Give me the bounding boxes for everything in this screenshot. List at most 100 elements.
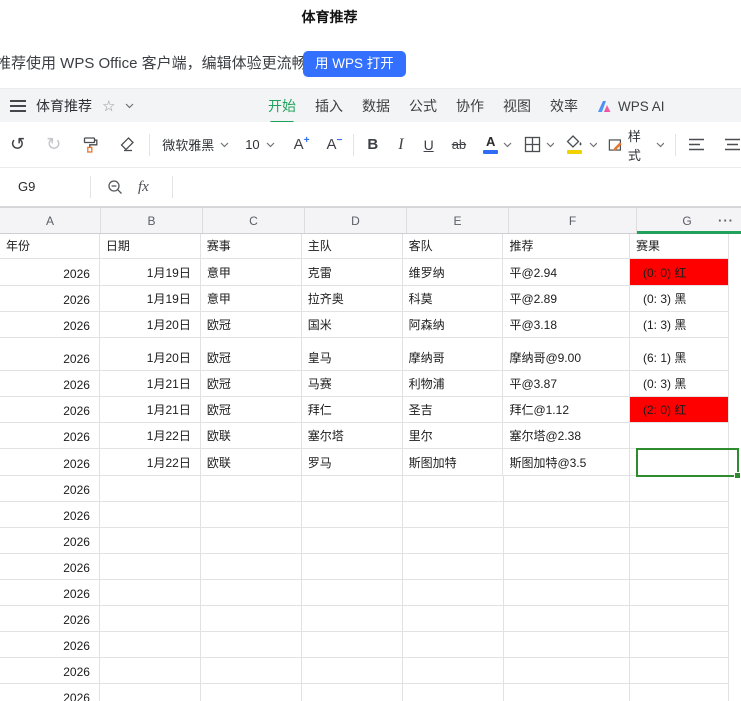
grid-cell[interactable]: 欧冠: [200, 312, 302, 338]
grid-cell[interactable]: [200, 528, 302, 554]
tab-insert[interactable]: 插入: [315, 96, 343, 116]
grid-cell[interactable]: [503, 658, 631, 684]
chevron-down-icon[interactable]: [125, 103, 134, 109]
favorite-star-icon[interactable]: ☆: [102, 97, 115, 115]
cell-style-button[interactable]: 样式: [608, 126, 664, 164]
grid-cell[interactable]: 2026: [0, 338, 100, 371]
grid-cell[interactable]: [503, 528, 631, 554]
grid-cell[interactable]: 2026: [0, 502, 100, 528]
grid-cell[interactable]: (0: 3) 黑: [630, 286, 729, 312]
grid-cell[interactable]: [630, 632, 729, 658]
grid-cell[interactable]: 主队: [301, 234, 403, 259]
grid-cell[interactable]: 2026: [0, 312, 100, 338]
grid-cell[interactable]: 2026: [0, 684, 100, 701]
grid-cell[interactable]: [100, 684, 201, 701]
grid-cell[interactable]: [301, 554, 403, 580]
grid-cell[interactable]: (1: 3) 黑: [630, 312, 729, 338]
grid-cell[interactable]: [630, 684, 729, 701]
undo-button[interactable]: ↺: [10, 135, 25, 154]
chevron-down-icon[interactable]: [589, 142, 598, 148]
fill-color-button[interactable]: [566, 135, 584, 154]
grid-cell[interactable]: 圣吉: [402, 397, 504, 423]
grid-cell[interactable]: [402, 554, 504, 580]
grid-cell[interactable]: 斯图加特: [402, 449, 504, 476]
font-name-select[interactable]: 微软雅黑: [162, 135, 229, 154]
grid-cell[interactable]: [402, 606, 504, 632]
grid-cell[interactable]: 维罗纳: [402, 259, 504, 286]
grid-cell[interactable]: [99, 528, 201, 554]
eraser-button[interactable]: [118, 136, 136, 153]
tab-view[interactable]: 视图: [503, 96, 531, 116]
grid-cell[interactable]: [200, 606, 302, 632]
grid-cell[interactable]: [504, 684, 631, 701]
grid-cell[interactable]: 欧联: [200, 449, 302, 476]
grid-cell[interactable]: [301, 606, 403, 632]
grid-cell[interactable]: 欧冠: [200, 397, 302, 423]
grid-cell[interactable]: 1月22日: [99, 423, 201, 449]
column-header-e[interactable]: E: [407, 208, 509, 233]
grid-cell[interactable]: [630, 658, 729, 684]
grid-cell[interactable]: [402, 632, 504, 658]
grid-cell[interactable]: [99, 606, 201, 632]
grid-cell[interactable]: (0: 3) 黑: [630, 371, 729, 397]
grid-cell[interactable]: [402, 580, 504, 606]
grid-cell[interactable]: (6: 1) 黑: [630, 338, 729, 371]
wps-ai-button[interactable]: WPS AI: [597, 99, 665, 114]
grid-cell[interactable]: [301, 580, 403, 606]
grid-cell[interactable]: 欧冠: [200, 371, 302, 397]
grid-cell[interactable]: 1月20日: [99, 312, 201, 338]
grid-cell[interactable]: 平@2.94: [503, 259, 630, 286]
insert-function-button[interactable]: fx: [138, 168, 149, 206]
grid-cell[interactable]: [503, 632, 631, 658]
redo-button[interactable]: ↻: [46, 135, 61, 154]
borders-button[interactable]: [524, 136, 541, 153]
grid-cell[interactable]: 1月19日: [99, 286, 201, 312]
grid-cell[interactable]: 里尔: [402, 423, 504, 449]
grid-cell[interactable]: 摩纳哥@9.00: [503, 338, 630, 371]
grid-cell[interactable]: 赛事: [200, 234, 302, 259]
hamburger-menu-icon[interactable]: [10, 100, 26, 112]
grid-cell[interactable]: [99, 632, 201, 658]
grid-cell[interactable]: [200, 632, 302, 658]
increase-font-size-button[interactable]: A +: [294, 135, 310, 153]
grid-cell[interactable]: 年份: [0, 234, 100, 259]
bold-button[interactable]: B: [367, 136, 378, 153]
font-size-select[interactable]: 10: [245, 137, 275, 152]
column-header-a[interactable]: A: [0, 208, 101, 233]
grid-cell[interactable]: 平@2.89: [503, 286, 630, 312]
tab-efficiency[interactable]: 效率: [550, 96, 578, 116]
font-color-button[interactable]: A: [483, 135, 499, 154]
grid-cell[interactable]: 罗马: [301, 449, 403, 476]
grid-cell[interactable]: [301, 528, 403, 554]
grid-cell[interactable]: 皇马: [301, 338, 403, 371]
grid-cell[interactable]: [301, 632, 403, 658]
grid-cell[interactable]: [630, 606, 729, 632]
grid-cell[interactable]: 拜仁@1.12: [503, 397, 630, 423]
grid-cell[interactable]: 2026: [0, 423, 100, 449]
more-columns-button[interactable]: ···: [718, 208, 734, 233]
column-header-b[interactable]: B: [101, 208, 203, 233]
grid-cell[interactable]: [503, 606, 631, 632]
grid-cell[interactable]: [630, 449, 729, 476]
grid-cell[interactable]: 平@3.18: [503, 312, 630, 338]
grid-cell[interactable]: 日期: [99, 234, 201, 259]
grid-cell[interactable]: [200, 658, 302, 684]
grid-cell[interactable]: 2026: [0, 528, 100, 554]
open-in-wps-button[interactable]: 用 WPS 打开: [303, 51, 406, 77]
grid-cell[interactable]: [99, 658, 201, 684]
grid-cell[interactable]: 利物浦: [402, 371, 504, 397]
column-header-f[interactable]: F: [509, 208, 637, 233]
grid-cell[interactable]: [402, 658, 504, 684]
grid-cell[interactable]: 2026: [0, 259, 100, 286]
grid-cell[interactable]: 1月22日: [99, 449, 201, 476]
grid-cell[interactable]: 2026: [0, 554, 100, 580]
grid-cell[interactable]: 科莫: [402, 286, 504, 312]
grid-cell[interactable]: [301, 502, 403, 528]
grid-cell[interactable]: 塞尔塔@2.38: [503, 423, 630, 449]
grid-cell[interactable]: 2026: [0, 371, 100, 397]
grid-cell[interactable]: [302, 684, 403, 701]
grid-cell[interactable]: [99, 476, 201, 502]
grid-cell[interactable]: 1月21日: [99, 397, 201, 423]
format-painter-button[interactable]: [81, 136, 100, 154]
decrease-font-size-button[interactable]: A −: [327, 135, 343, 153]
